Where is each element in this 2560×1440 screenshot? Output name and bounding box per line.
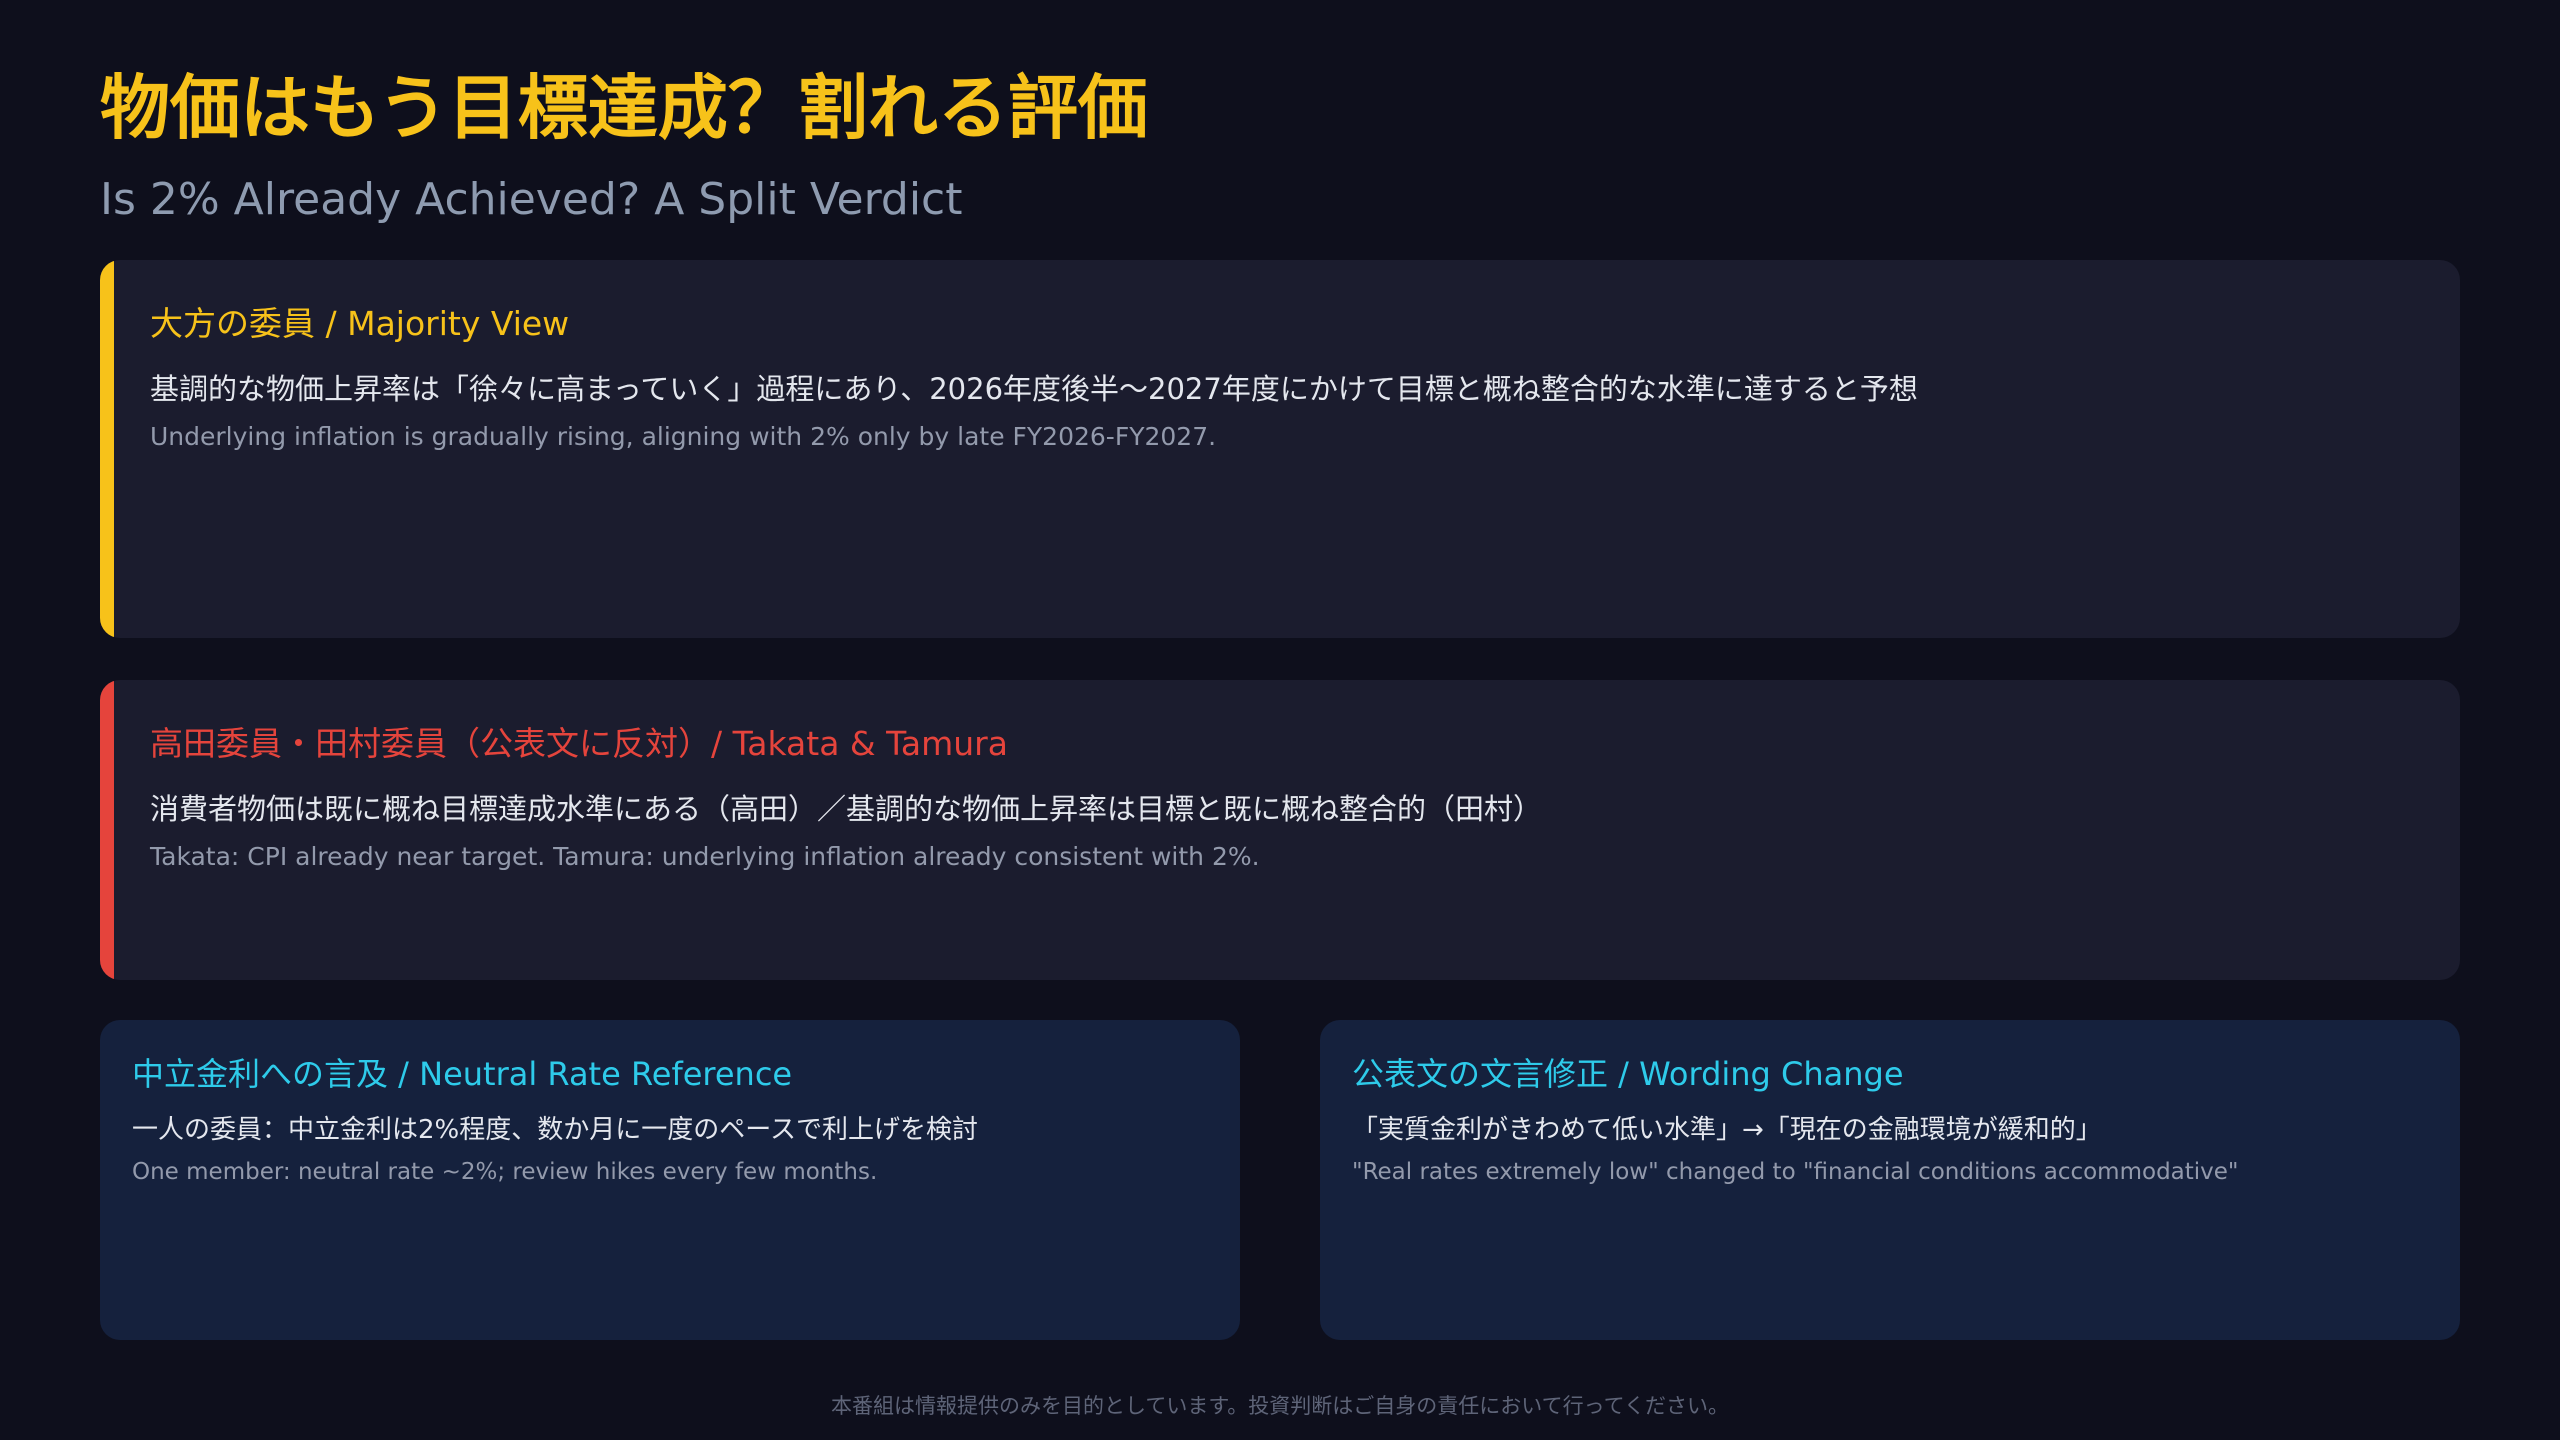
card-heading: 公表文の文言修正 / Wording Change (1352, 1055, 1904, 1093)
card-text-en: Takata: CPI already near target. Tamura:… (150, 842, 1260, 871)
card-text-jp: 「実質金利がきわめて低い水準」→「現在の金融環境が緩和的」 (1352, 1115, 2102, 1145)
neutral-rate-card: 中立金利への言及 / Neutral Rate Reference 一人の委員：… (100, 1020, 1240, 1340)
card-text-en: One member: neutral rate ~2%; review hik… (132, 1159, 878, 1185)
card-text-jp: 基調的な物価上昇率は「徐々に高まっていく」過程にあり、2026年度後半〜2027… (150, 372, 1918, 406)
disclaimer-footer: 本番組は情報提供のみを目的としています。投資判断はご自身の責任において行ってくだ… (831, 1394, 1729, 1418)
card-heading: 高田委員・田村委員（公表文に反対）/ Takata & Tamura (150, 724, 1008, 763)
card-heading: 大方の委員 / Majority View (150, 304, 570, 343)
card-text-jp: 一人の委員：中立金利は2%程度、数か月に一度のペースで利上げを検討 (132, 1115, 978, 1145)
page-title: 物価はもう目標達成？割れる評価 (100, 67, 1148, 149)
slide: 物価はもう目標達成？割れる評価 Is 2% Already Achieved? … (0, 0, 2560, 1440)
card-text-en: Underlying inflation is gradually rising… (150, 422, 1217, 451)
card-text-en: "Real rates extremely low" changed to "f… (1352, 1159, 2239, 1185)
card-accent-bar (100, 260, 114, 638)
card-text-jp: 消費者物価は既に概ね目標達成水準にある（高田）／基調的な物価上昇率は目標と既に概… (150, 792, 1543, 826)
majority-view-card: 大方の委員 / Majority View 基調的な物価上昇率は「徐々に高まって… (100, 260, 2460, 638)
card-heading: 中立金利への言及 / Neutral Rate Reference (132, 1055, 793, 1093)
dissent-view-card: 高田委員・田村委員（公表文に反対）/ Takata & Tamura 消費者物価… (100, 680, 2460, 980)
page-subtitle: Is 2% Already Achieved? A Split Verdict (100, 174, 963, 225)
card-accent-bar (100, 680, 114, 980)
wording-change-card: 公表文の文言修正 / Wording Change 「実質金利がきわめて低い水準… (1320, 1020, 2460, 1340)
